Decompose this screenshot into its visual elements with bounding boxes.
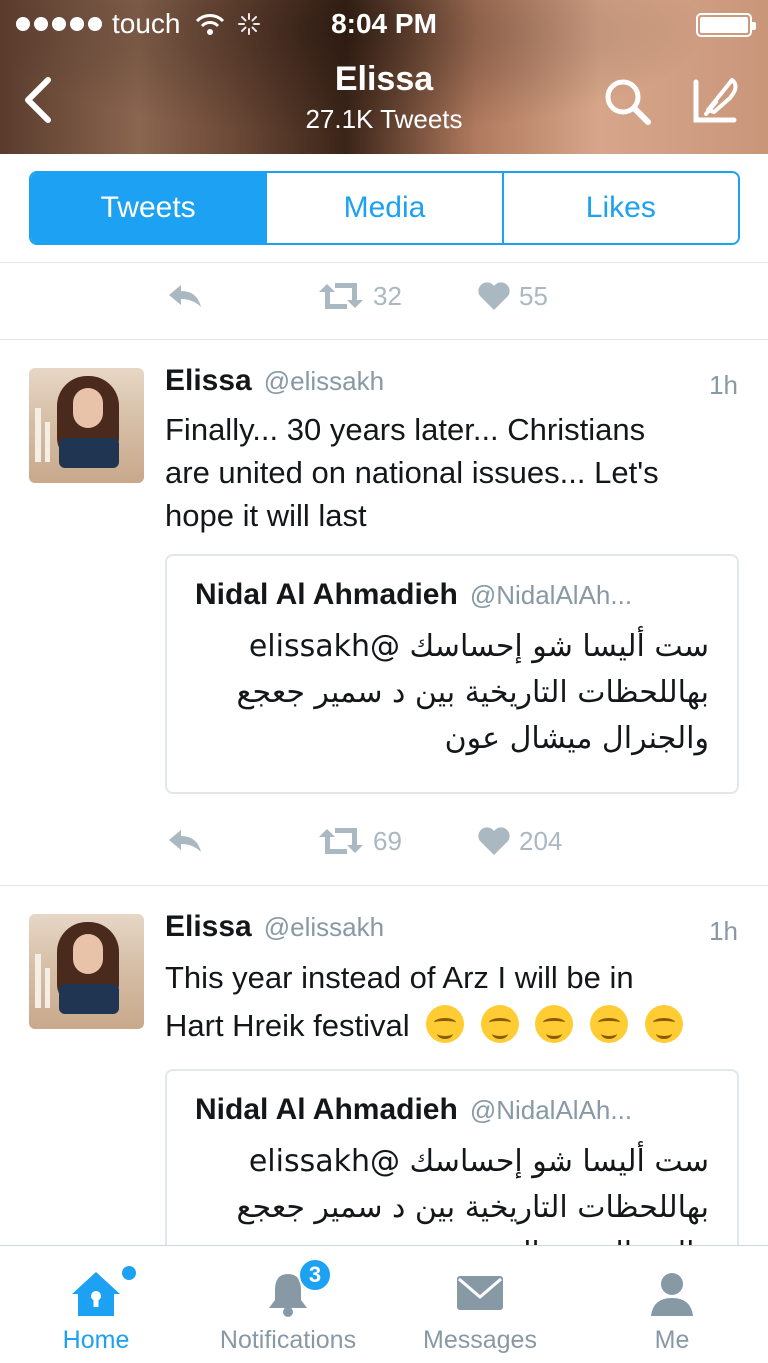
quoted-text-line: والجنرال ميشال عون bbox=[209, 1231, 709, 1246]
status-bar: touch 8:04 PM bbox=[0, 0, 768, 50]
quoted-tweet-header: Nidal Al Ahmadieh @NidalAlAh... bbox=[195, 1093, 632, 1127]
search-icon[interactable] bbox=[600, 74, 656, 130]
new-content-dot bbox=[122, 1266, 136, 1280]
tweet-header: Elissa @elissakh bbox=[165, 910, 384, 950]
relieved-face-emoji-icon bbox=[480, 1005, 519, 1043]
tab-me[interactable]: Me bbox=[576, 1246, 768, 1363]
tab-messages[interactable]: Messages bbox=[384, 1246, 576, 1363]
avatar[interactable] bbox=[29, 914, 144, 1029]
relieved-face-emoji-icon bbox=[426, 1005, 465, 1043]
retweet-count: 32 bbox=[373, 280, 402, 311]
tweet-actions: 69 204 bbox=[165, 821, 725, 861]
tab-label: Notifications bbox=[219, 1326, 357, 1354]
person-icon bbox=[651, 1273, 693, 1316]
tweet-text-line: hope it will last bbox=[165, 498, 367, 533]
tweet[interactable]: Elissa @elissakh 1h Finally... 30 years … bbox=[0, 340, 768, 885]
reply-button[interactable] bbox=[165, 821, 205, 861]
tab-media[interactable]: Media bbox=[267, 173, 504, 243]
tab-label: Messages bbox=[423, 1326, 537, 1354]
tab-notifications[interactable]: 3 Notifications bbox=[192, 1246, 384, 1363]
heart-icon bbox=[478, 827, 510, 855]
author-name[interactable]: Elissa bbox=[165, 910, 252, 944]
tweet-text-line: Finally... 30 years later... Christians bbox=[165, 412, 646, 447]
like-count: 204 bbox=[519, 825, 563, 856]
relieved-face-emoji-icon bbox=[590, 1005, 629, 1043]
author-name[interactable]: Elissa bbox=[165, 364, 252, 398]
tweet-text-line: Hart Hreik festival bbox=[165, 1008, 410, 1043]
tweet[interactable]: Elissa @elissakh 1h This year instead of… bbox=[0, 886, 768, 1246]
quoted-author-handle: @NidalAlAh... bbox=[469, 1095, 633, 1125]
tweet-text-line: This year instead of Arz I will be in bbox=[165, 960, 634, 995]
profile-header: touch 8:04 PM Elissa 27.1K Tweets bbox=[0, 0, 768, 154]
envelope-icon bbox=[457, 1276, 503, 1310]
divider bbox=[0, 262, 768, 263]
quoted-text-line: ست أليسا شو إحساسك @elissakh bbox=[248, 629, 709, 664]
tweet-timestamp: 1h bbox=[709, 370, 738, 400]
tab-home[interactable]: Home bbox=[0, 1246, 192, 1363]
quoted-tweet-text: ست أليسا شو إحساسك @elissakh بهاللحظات ا… bbox=[209, 624, 709, 762]
like-count: 55 bbox=[519, 280, 548, 311]
profile-tabs: Tweets Media Likes bbox=[29, 171, 740, 245]
like-button[interactable]: 55 bbox=[477, 276, 548, 316]
quoted-author-name: Nidal Al Ahmadieh bbox=[195, 1093, 458, 1126]
quoted-tweet-text: ست أليسا شو إحساسك @elissakh بهاللحظات ا… bbox=[209, 1139, 709, 1246]
quoted-text-line: بهاللحظات التاريخية بين د سمير جعجع bbox=[236, 1190, 709, 1225]
tab-likes[interactable]: Likes bbox=[504, 173, 738, 243]
relieved-face-emoji-icon bbox=[644, 1005, 683, 1043]
quoted-text-line: بهاللحظات التاريخية بين د سمير جعجع bbox=[236, 675, 709, 710]
tweet-timestamp: 1h bbox=[709, 916, 738, 946]
retweet-button[interactable]: 69 bbox=[317, 821, 402, 861]
tweet-text-line-with-emoji: Hart Hreik festival bbox=[165, 1002, 745, 1050]
retweet-count: 69 bbox=[373, 825, 402, 856]
quoted-tweet[interactable]: Nidal Al Ahmadieh @NidalAlAh... ست أليسا… bbox=[165, 554, 739, 794]
relieved-face-emoji-icon bbox=[535, 1005, 574, 1043]
retweet-icon bbox=[319, 283, 363, 309]
avatar[interactable] bbox=[29, 368, 144, 483]
retweet-icon bbox=[319, 828, 363, 854]
reply-icon bbox=[169, 285, 201, 307]
quoted-author-name: Nidal Al Ahmadieh bbox=[195, 578, 458, 611]
compose-icon[interactable] bbox=[688, 72, 744, 128]
battery-icon bbox=[696, 13, 756, 37]
retweet-button[interactable]: 32 bbox=[317, 276, 402, 316]
author-handle: @elissakh bbox=[263, 366, 385, 396]
bottom-tab-bar: Home 3 Notifications Messages Me bbox=[0, 1245, 768, 1363]
profile-screen: touch 8:04 PM Elissa 27.1K Tweets Tweets… bbox=[0, 0, 768, 1363]
like-button[interactable]: 204 bbox=[477, 821, 562, 861]
quoted-author-handle: @NidalAlAh... bbox=[469, 580, 633, 610]
tweet-text: This year instead of Arz I will be in Ha… bbox=[165, 954, 745, 1050]
quoted-tweet[interactable]: Nidal Al Ahmadieh @NidalAlAh... ست أليسا… bbox=[165, 1069, 739, 1246]
tweet-text: Finally... 30 years later... Christians … bbox=[165, 408, 745, 537]
quoted-text-line: والجنرال ميشال عون bbox=[444, 721, 709, 756]
status-time: 8:04 PM bbox=[331, 8, 437, 39]
nav-bar: Elissa 27.1K Tweets bbox=[0, 50, 768, 154]
tab-label: Home bbox=[62, 1326, 130, 1354]
reply-icon bbox=[169, 830, 201, 852]
tweet-text-line: are united on national issues... Let's bbox=[165, 455, 659, 490]
tweet-header: Elissa @elissakh bbox=[165, 364, 384, 404]
reply-button[interactable] bbox=[165, 276, 205, 316]
heart-icon bbox=[478, 282, 510, 310]
quoted-tweet-header: Nidal Al Ahmadieh @NidalAlAh... bbox=[195, 578, 632, 612]
tab-tweets[interactable]: Tweets bbox=[31, 173, 268, 243]
tab-label: Me bbox=[654, 1326, 690, 1354]
quoted-text-line: ست أليسا شو إحساسك @elissakh bbox=[248, 1144, 709, 1179]
home-icon bbox=[72, 1272, 120, 1316]
author-handle: @elissakh bbox=[263, 912, 385, 942]
notification-badge: 3 bbox=[298, 1258, 332, 1292]
previous-tweet-actions: 32 55 bbox=[165, 276, 725, 316]
